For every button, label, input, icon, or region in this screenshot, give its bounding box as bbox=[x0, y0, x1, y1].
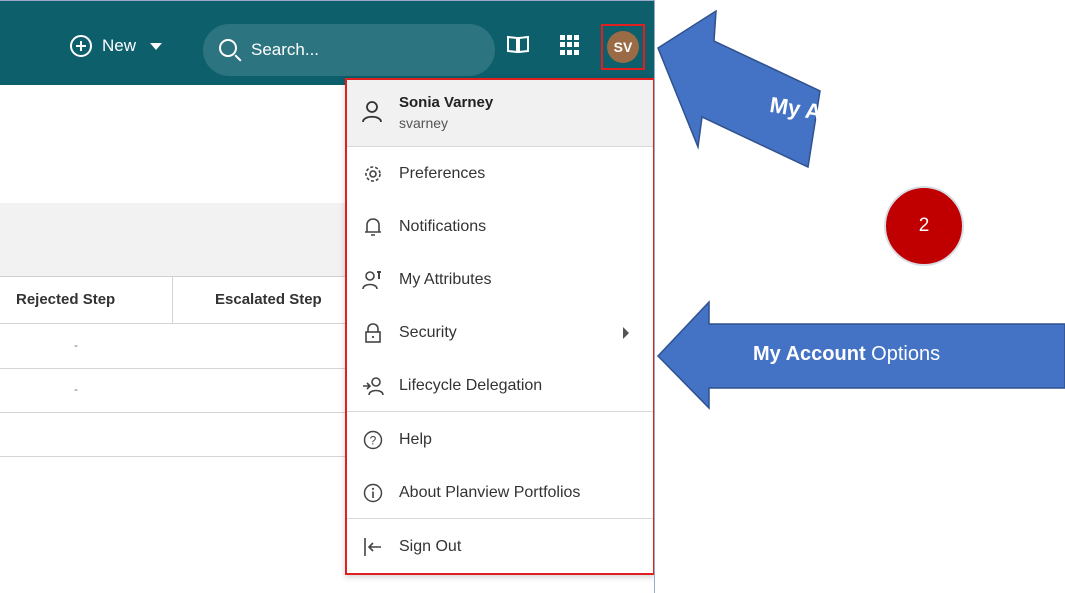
menu-item-label: Notifications bbox=[399, 218, 487, 235]
book-icon[interactable] bbox=[507, 35, 529, 53]
delegation-icon bbox=[362, 375, 384, 397]
step-number: 2 bbox=[918, 215, 930, 236]
bell-icon bbox=[362, 216, 384, 238]
plus-circle-icon bbox=[70, 35, 92, 57]
app-screenshot: New Search... SV Rejected Step Escalated… bbox=[0, 0, 655, 593]
search-icon bbox=[219, 39, 237, 57]
sign-out-icon bbox=[362, 536, 384, 558]
menu-item-my-attributes[interactable]: My Attributes bbox=[347, 254, 653, 306]
menu-item-label: My Attributes bbox=[399, 271, 492, 288]
menu-item-label: Help bbox=[399, 431, 432, 448]
search-placeholder: Search... bbox=[251, 40, 320, 59]
menu-item-notifications[interactable]: Notifications bbox=[347, 201, 653, 253]
column-header-rejected-step[interactable]: Rejected Step bbox=[16, 291, 115, 308]
rejected-step-cell: - bbox=[74, 338, 78, 352]
menu-item-sign-out[interactable]: Sign Out bbox=[347, 521, 653, 573]
user-login: svarney bbox=[399, 115, 449, 131]
new-button-label: New bbox=[102, 36, 137, 55]
menu-item-label: Sign Out bbox=[399, 538, 462, 555]
rejected-step-cell: - bbox=[74, 382, 78, 396]
account-menu: Sonia Varney svarney Preferences Notific… bbox=[345, 78, 654, 575]
user-icon bbox=[362, 101, 382, 123]
account-user-header: Sonia Varney svarney bbox=[347, 80, 653, 147]
column-divider bbox=[172, 277, 173, 323]
user-attributes-icon bbox=[362, 269, 384, 291]
options-label-rest: Options bbox=[865, 343, 941, 365]
menu-divider bbox=[347, 518, 653, 519]
menu-item-label: Security bbox=[399, 324, 457, 341]
user-name: Sonia Varney bbox=[399, 94, 494, 111]
svg-text:?: ? bbox=[370, 434, 377, 448]
menu-divider bbox=[347, 411, 653, 412]
menu-item-label: Preferences bbox=[399, 165, 486, 182]
new-button[interactable]: New bbox=[70, 31, 163, 61]
help-icon: ? bbox=[362, 429, 384, 451]
menu-item-label: Lifecycle Delegation bbox=[399, 377, 543, 394]
top-bar: New Search... SV bbox=[0, 1, 654, 85]
menu-item-about[interactable]: About Planview Portfolios bbox=[347, 467, 653, 519]
lock-icon bbox=[362, 322, 384, 344]
my-account-callout-arrow bbox=[657, 9, 821, 169]
submenu-arrow-icon bbox=[623, 327, 629, 339]
info-icon bbox=[362, 482, 384, 504]
step-number-badge: 2 bbox=[884, 186, 964, 266]
my-account-highlight: SV bbox=[601, 24, 645, 70]
options-label-bold: My Account bbox=[753, 343, 866, 365]
avatar-initials: SV bbox=[613, 39, 633, 55]
column-header-escalated-step[interactable]: Escalated Step bbox=[215, 291, 322, 308]
menu-item-lifecycle-delegation[interactable]: Lifecycle Delegation bbox=[347, 360, 653, 412]
app-grid-icon[interactable] bbox=[560, 35, 580, 55]
menu-item-security[interactable]: Security bbox=[347, 307, 653, 359]
menu-item-label: About Planview Portfolios bbox=[399, 484, 581, 501]
my-account-options-callout-label: My Account Options bbox=[753, 343, 940, 366]
caret-down-icon bbox=[150, 42, 163, 50]
gear-icon bbox=[362, 163, 384, 185]
menu-item-help[interactable]: ? Help bbox=[347, 414, 653, 466]
menu-item-preferences[interactable]: Preferences bbox=[347, 148, 653, 200]
avatar[interactable]: SV bbox=[607, 31, 639, 63]
search-box[interactable]: Search... bbox=[203, 24, 495, 76]
